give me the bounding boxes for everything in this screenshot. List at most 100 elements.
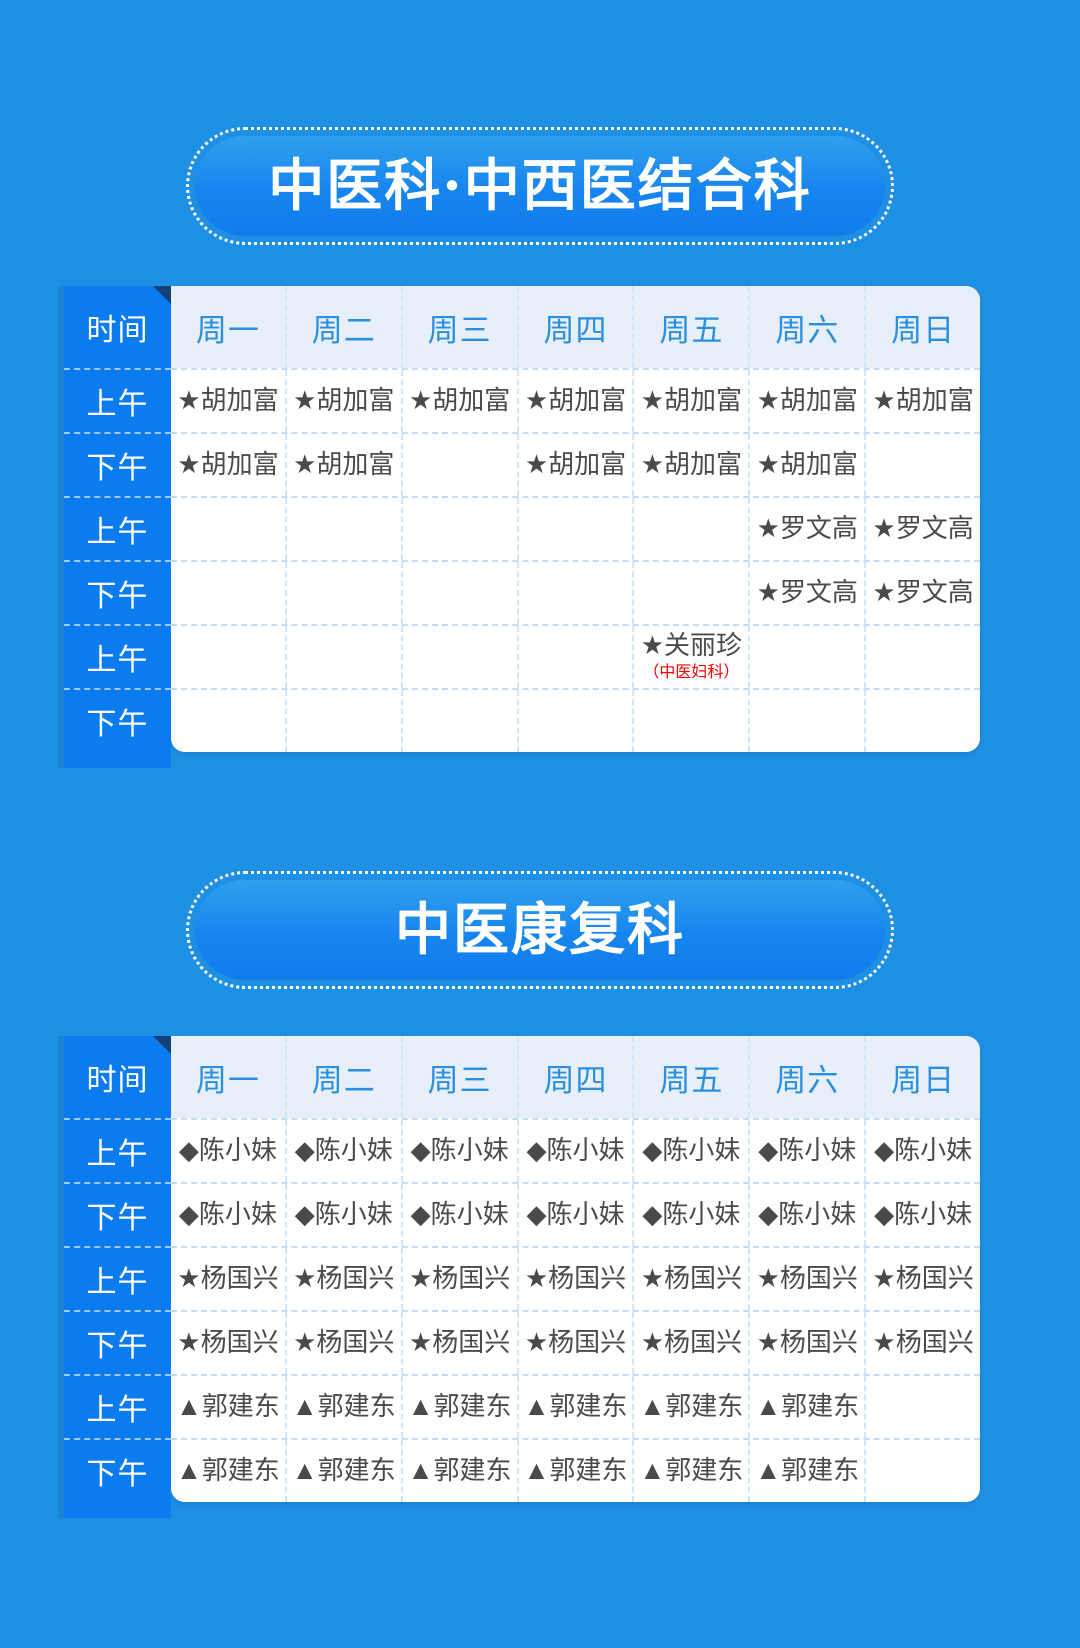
schedule-cell: ▲郭建东 <box>284 1376 401 1438</box>
schedule-cell: ▲郭建东 <box>748 1376 864 1438</box>
doctor-name: ▲郭建东 <box>523 1455 628 1486</box>
schedule-cell: ★关丽珍 （中医妇科） <box>632 626 748 688</box>
section-2-title-banner: 中医康复科 <box>186 871 894 989</box>
doctor-name: ◆陈小妹 <box>874 1135 973 1166</box>
doctor-name: ★杨国兴 <box>640 1327 743 1358</box>
doctor-name: ★杨国兴 <box>524 1263 627 1294</box>
schedule-cell <box>864 626 980 688</box>
schedule-table-2: 周一 周二 周三 周四 周五 周六 周日 ◆陈小妹 ◆陈小妹 ◆陈小妹 ◆陈小妹… <box>64 1036 980 1518</box>
schedule-cell: ◆陈小妹 <box>748 1184 864 1246</box>
schedule-cell: ◆陈小妹 <box>516 1184 633 1246</box>
doctor-name: ★胡加富 <box>756 449 858 480</box>
schedule-cell <box>516 626 633 688</box>
schedule-cell: ▲郭建东 <box>516 1376 633 1438</box>
schedule-cell: ★杨国兴 <box>748 1248 864 1310</box>
schedule-cell: ◆陈小妹 <box>284 1184 401 1246</box>
schedule-cell: ◆陈小妹 <box>400 1120 517 1182</box>
day-header-3: 周四 <box>516 286 633 368</box>
day-header-2: 周三 <box>400 286 517 368</box>
schedule-cell <box>516 562 633 624</box>
schedule-cell: ◆陈小妹 <box>400 1184 517 1246</box>
schedule-cell: ★杨国兴 <box>400 1248 517 1310</box>
schedule-grid-1: 周一 周二 周三 周四 周五 周六 周日 ★胡加富 ★胡加富 ★胡加富 ★胡加富… <box>171 286 980 752</box>
schedule-table-1: 周一 周二 周三 周四 周五 周六 周日 ★胡加富 ★胡加富 ★胡加富 ★胡加富… <box>64 286 980 768</box>
day-header-6: 周日 <box>864 1036 980 1118</box>
schedule-cell: ★胡加富 <box>748 434 864 496</box>
schedule-cell: ★杨国兴 <box>171 1312 285 1374</box>
schedule-cell: ★杨国兴 <box>516 1248 633 1310</box>
schedule-cell: ◆陈小妹 <box>632 1120 748 1182</box>
doctor-name: ◆陈小妹 <box>178 1199 277 1230</box>
schedule-cell: ◆陈小妹 <box>864 1120 980 1182</box>
section-1-title: 中医科·中西医结合科 <box>268 153 812 219</box>
schedule-cell <box>400 498 517 560</box>
doctor-name: ★胡加富 <box>756 385 858 416</box>
schedule-cell: ★胡加富 <box>284 370 401 432</box>
schedule-cell: ★胡加富 <box>632 434 748 496</box>
schedule-cell: ★杨国兴 <box>864 1248 980 1310</box>
doctor-name: ★胡加富 <box>524 449 627 480</box>
day-header-6: 周日 <box>864 286 980 368</box>
time-slot-label: 下午 <box>64 1182 171 1246</box>
schedule-cell: ★杨国兴 <box>171 1248 285 1310</box>
schedule-cell: ▲郭建东 <box>284 1440 401 1502</box>
doctor-name: ◆陈小妹 <box>758 1199 857 1230</box>
schedule-cell: ★杨国兴 <box>632 1312 748 1374</box>
doctor-name: ★杨国兴 <box>177 1263 279 1294</box>
section-2-banner-wrap: 中医康复科 <box>0 871 1080 989</box>
schedule-cell <box>748 690 864 752</box>
doctor-name: ▲郭建东 <box>407 1455 512 1486</box>
schedule-cell <box>400 562 517 624</box>
schedule-cell <box>864 690 980 752</box>
schedule-cell: ▲郭建东 <box>632 1440 748 1502</box>
table-row: ★杨国兴 ★杨国兴 ★杨国兴 ★杨国兴 ★杨国兴 ★杨国兴 ★杨国兴 <box>171 1310 980 1374</box>
schedule-cell: ◆陈小妹 <box>171 1184 285 1246</box>
doctor-specialty-note: （中医妇科） <box>643 663 740 681</box>
schedule-cell <box>864 1440 980 1502</box>
schedule-cell <box>632 498 748 560</box>
schedule-cell <box>171 690 285 752</box>
doctor-name: ★罗文高 <box>872 513 974 544</box>
doctor-name: ▲郭建东 <box>639 1455 744 1486</box>
time-slot-label: 下午 <box>64 1310 171 1374</box>
doctor-name: ★胡加富 <box>640 449 743 480</box>
doctor-name: ★杨国兴 <box>524 1327 627 1358</box>
schedule-cell <box>400 434 517 496</box>
schedule-cell <box>632 562 748 624</box>
doctor-name: ★杨国兴 <box>872 1327 974 1358</box>
table-row: ★关丽珍 （中医妇科） <box>171 624 980 688</box>
schedule-cell: ★杨国兴 <box>516 1312 633 1374</box>
schedule-cell: ★胡加富 <box>632 370 748 432</box>
doctor-name: ★胡加富 <box>872 385 974 416</box>
day-header-1: 周二 <box>284 1036 401 1118</box>
time-slot-label: 上午 <box>64 1118 171 1182</box>
schedule-cell: ★罗文高 <box>748 498 864 560</box>
schedule-cell: ★杨国兴 <box>284 1248 401 1310</box>
doctor-name: ◆陈小妹 <box>758 1135 857 1166</box>
time-slot-label: 上午 <box>64 368 171 432</box>
schedule-cell <box>284 498 401 560</box>
doctor-name: ★胡加富 <box>177 385 279 416</box>
time-slot-label: 下午 <box>64 688 171 752</box>
table-row <box>171 688 980 752</box>
schedule-cell: ★罗文高 <box>864 498 980 560</box>
schedule-cell: ★胡加富 <box>864 370 980 432</box>
doctor-name: ▲郭建东 <box>176 1391 280 1422</box>
day-header-0: 周一 <box>195 1062 260 1098</box>
doctor-name: ◆陈小妹 <box>178 1135 277 1166</box>
schedule-cell <box>864 1376 980 1438</box>
schedule-grid-2: 周一 周二 周三 周四 周五 周六 周日 ◆陈小妹 ◆陈小妹 ◆陈小妹 ◆陈小妹… <box>171 1036 980 1502</box>
time-column-2: 时间 上午 下午 上午 下午 上午 下午 <box>64 1036 171 1502</box>
schedule-cell <box>864 434 980 496</box>
time-slot-label: 上午 <box>64 624 171 688</box>
schedule-cell: ★罗文高 <box>864 562 980 624</box>
table-row: ★罗文高 ★罗文高 <box>171 496 980 560</box>
schedule-cell: ▲郭建东 <box>400 1376 517 1438</box>
section-1-title-banner: 中医科·中西医结合科 <box>186 127 894 245</box>
schedule-cell: ◆陈小妹 <box>516 1120 633 1182</box>
doctor-name: ★杨国兴 <box>640 1263 743 1294</box>
doctor-name: ▲郭建东 <box>291 1455 396 1486</box>
doctor-name: ◆陈小妹 <box>874 1199 973 1230</box>
table-header-row: 周一 周二 周三 周四 周五 周六 周日 <box>171 1036 980 1118</box>
schedule-cell: ★杨国兴 <box>748 1312 864 1374</box>
